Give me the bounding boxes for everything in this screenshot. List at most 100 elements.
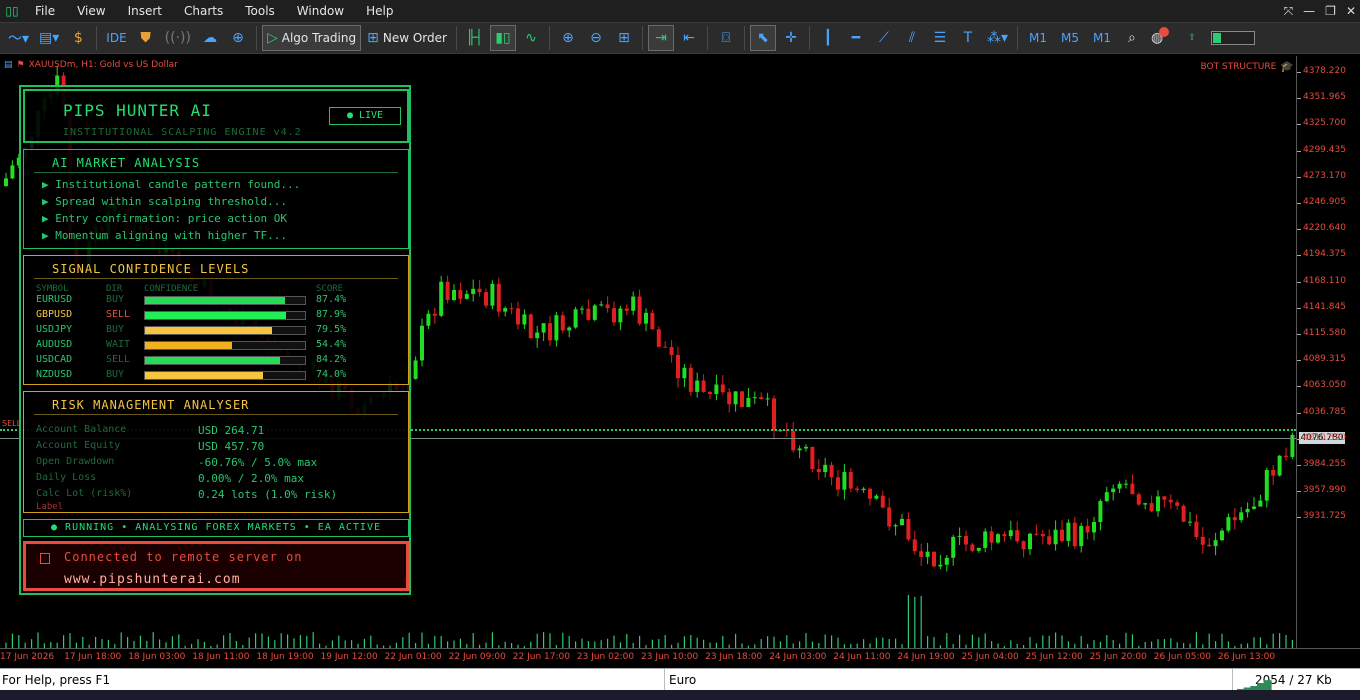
- price-label: 4246.905: [1303, 197, 1346, 207]
- candle-body: [1040, 534, 1045, 537]
- zoom-in-icon[interactable]: ⊕: [555, 25, 581, 51]
- os-taskbar: [0, 690, 1360, 700]
- minimize-icon[interactable]: —: [1303, 4, 1315, 18]
- ide-label: IDE: [106, 31, 127, 45]
- signal-symbol: EURUSD: [36, 294, 73, 305]
- auto-scroll-icon[interactable]: ⇥: [647, 25, 674, 51]
- dollar-icon[interactable]: $: [65, 25, 91, 51]
- signal-icon[interactable]: ((·)): [161, 25, 195, 51]
- price-axis[interactable]: 4076.780 4378.220 4351.965 4325.700 4299.43…: [1296, 56, 1360, 648]
- connection-banner[interactable]: Connected to remote server on www.pipshu…: [23, 541, 409, 591]
- zoom-out-icon[interactable]: ⊖: [583, 25, 609, 51]
- candle-body: [1060, 529, 1064, 541]
- candle-body: [637, 296, 642, 324]
- candle-body: [541, 323, 546, 333]
- candle-body: [951, 536, 956, 558]
- horizontal-line-icon[interactable]: ━: [843, 25, 869, 51]
- screenshot-icon[interactable]: ⌼: [713, 25, 739, 51]
- time-axis[interactable]: 17 Jun 2026 17 Jun 18:00 18 Jun 03:00 18 Ju…: [0, 648, 1360, 668]
- candle-body: [983, 531, 988, 548]
- algo-trading-button[interactable]: ▷ Algo Trading: [261, 25, 362, 51]
- search-icon[interactable]: ⌕: [1119, 25, 1145, 51]
- connection-url[interactable]: www.pipshunterai.com: [64, 572, 241, 587]
- cloud-icon[interactable]: ☁: [197, 25, 223, 51]
- level-meter: [1211, 31, 1256, 45]
- timeframe-m1-alt-button[interactable]: M1: [1087, 31, 1117, 45]
- toolbar-separator: [743, 26, 745, 50]
- bar-chart-icon[interactable]: ╟┤: [462, 25, 488, 51]
- candle-body: [727, 392, 732, 405]
- layout-icon[interactable]: ⤧: [1284, 4, 1294, 19]
- market-analysis-section: AI MARKET ANALYSIS ▶ Institutional candl…: [23, 149, 409, 249]
- time-label: 24 Jun 03:00: [769, 652, 827, 662]
- risk-value: USD 264.71: [198, 424, 265, 437]
- menu-window[interactable]: Window: [286, 0, 355, 22]
- candle-body: [644, 312, 648, 324]
- confidence-bar-fill: [145, 297, 285, 304]
- panel-subtitle: INSTITUTIONAL SCALPING ENGINE v4.2: [63, 127, 302, 138]
- help-text: For Help, press F1: [2, 673, 111, 687]
- candle-body: [580, 308, 584, 310]
- level-icon[interactable]: ⇧: [1179, 25, 1205, 51]
- candle-body: [650, 312, 655, 330]
- candle-body: [1008, 530, 1013, 537]
- candle-body: [528, 314, 533, 339]
- channel-icon[interactable]: ⫽: [899, 25, 925, 51]
- candle-body: [599, 304, 604, 306]
- candle-body: [701, 380, 706, 392]
- candle-body: [829, 464, 834, 478]
- signal-direction: BUY: [106, 324, 125, 335]
- new-order-button[interactable]: ⊞ New Order: [363, 25, 451, 51]
- candle-body: [1245, 508, 1250, 513]
- candle-body: [1239, 512, 1244, 521]
- ide-button[interactable]: IDE: [102, 25, 130, 51]
- time-label: 26 Jun 13:00: [1217, 652, 1276, 662]
- candlestick-icon[interactable]: ▮▯: [489, 25, 516, 51]
- line-chart-icon[interactable]: 〜▾: [4, 25, 33, 51]
- chart-template-icon[interactable]: ▤▾: [35, 25, 63, 51]
- fibonacci-icon[interactable]: ☰: [927, 25, 953, 51]
- signal-symbol: GBPUSD: [36, 309, 73, 320]
- candle-body: [631, 296, 636, 311]
- text-tool-icon[interactable]: T: [955, 25, 981, 51]
- vertical-line-icon[interactable]: ┃: [815, 25, 841, 51]
- timeframe-m5-button[interactable]: M5: [1055, 31, 1085, 45]
- profile-name[interactable]: Euro: [664, 669, 696, 691]
- candle-body: [484, 292, 488, 306]
- restore-icon[interactable]: ❐: [1325, 4, 1336, 18]
- price-tick: [1297, 412, 1301, 414]
- menu-view[interactable]: View: [66, 0, 116, 22]
- line-icon[interactable]: ∿: [518, 25, 544, 51]
- candle-body: [996, 534, 1000, 543]
- candle-body: [413, 360, 418, 379]
- candle-body: [765, 398, 770, 400]
- menu-charts[interactable]: Charts: [173, 0, 234, 22]
- close-icon[interactable]: ✕: [1346, 4, 1356, 18]
- price-tick: [1297, 281, 1301, 283]
- notifications-icon[interactable]: ◍: [1147, 25, 1177, 51]
- window-controls: ⤧ — ❐ ✕: [1284, 0, 1356, 22]
- crosshair-icon[interactable]: ✛: [778, 25, 804, 51]
- menu-help[interactable]: Help: [355, 0, 404, 22]
- column-header-confidence: CONFIDENCE: [144, 284, 199, 294]
- trendline-icon[interactable]: ⟋: [871, 25, 897, 51]
- network-status[interactable]: ▁▂▃▅▇ 2054 / 27 Kb: [1232, 669, 1356, 691]
- signal-direction: WAIT: [106, 339, 131, 350]
- candle-body: [1181, 505, 1186, 522]
- market-bag-icon[interactable]: ⛊: [133, 25, 159, 51]
- vps-globe-icon[interactable]: ⊕: [225, 25, 251, 51]
- chart-shift-icon[interactable]: ⇤: [676, 25, 702, 51]
- menu-file[interactable]: File: [24, 0, 66, 22]
- timeframe-m1-button[interactable]: M1: [1023, 31, 1053, 45]
- price-label: 4115.580: [1303, 328, 1346, 338]
- shapes-icon[interactable]: ⁂▾: [983, 25, 1012, 51]
- toolbar-separator: [808, 26, 810, 50]
- tile-windows-icon[interactable]: ⊞: [611, 25, 637, 51]
- cursor-icon[interactable]: ⬉: [749, 25, 776, 51]
- candle-body: [560, 315, 565, 331]
- price-tick: [1297, 203, 1301, 204]
- time-label: 22 Jun 01:00: [384, 652, 442, 662]
- menu-tools[interactable]: Tools: [234, 0, 286, 22]
- menu-insert[interactable]: Insert: [117, 0, 173, 22]
- signal-row: NZDUSD BUY 74.0%: [36, 369, 396, 383]
